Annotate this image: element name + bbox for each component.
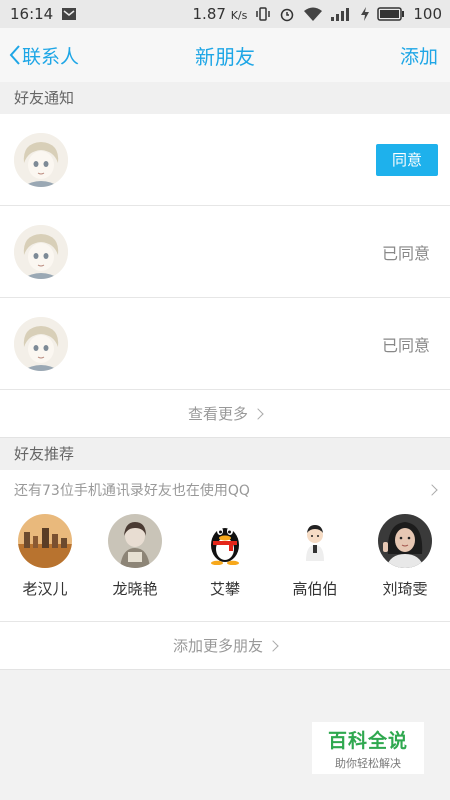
speed-unit: K/s <box>230 9 248 22</box>
person-name: 老汉儿 <box>22 580 68 598</box>
avatar[interactable] <box>14 224 68 279</box>
view-more-label: 查看更多 <box>187 405 248 423</box>
notification-row[interactable]: 同意 <box>0 114 450 206</box>
person-name: 刘琦雯 <box>382 580 428 598</box>
add-more-label: 添加更多朋友 <box>172 637 263 655</box>
network-speed: 1.87 K/s <box>193 5 248 23</box>
message-notification-icon <box>61 7 77 21</box>
status-bar: 16:14 1.87 K/s 100 <box>0 0 450 28</box>
back-label: 联系人 <box>22 45 80 68</box>
battery-icon <box>377 7 405 21</box>
add-button[interactable]: 添加 <box>400 28 438 82</box>
recommendations-header: 好友推荐 <box>0 438 450 470</box>
city-photo-avatar <box>18 514 72 568</box>
recommended-people: 老汉儿 龙晓艳 艾攀 高伯伯 刘琦雯 <box>0 510 450 622</box>
status-right: 1.87 K/s 100 <box>193 5 442 23</box>
recommendations-panel: 还有73位手机通讯录好友也在使用QQ 老汉儿 龙晓艳 艾攀 高伯伯 刘琦雯 添加… <box>0 470 450 670</box>
chevron-right-icon <box>252 407 264 420</box>
qq-penguin-icon <box>198 514 252 568</box>
status-left: 16:14 <box>10 5 77 23</box>
person-name: 高伯伯 <box>292 580 338 598</box>
status-time: 16:14 <box>10 5 54 23</box>
signal-icon <box>331 7 353 21</box>
watermark-logo: 百科全说 助你轻松解决 <box>312 722 424 774</box>
notification-list: 同意 已同意 已同意 <box>0 114 450 390</box>
accept-button[interactable]: 同意 <box>376 143 438 176</box>
wifi-icon <box>303 6 323 22</box>
girl-photo-avatar <box>108 514 162 568</box>
notification-row[interactable]: 已同意 <box>0 298 450 390</box>
accepted-status: 已同意 <box>381 335 430 355</box>
avatar[interactable] <box>14 316 68 371</box>
charging-icon <box>361 7 370 21</box>
back-button[interactable]: 联系人 <box>8 28 79 82</box>
recommended-person[interactable]: 刘琦雯 <box>365 514 445 599</box>
view-more-button[interactable]: 查看更多 <box>0 390 450 438</box>
notification-row[interactable]: 已同意 <box>0 206 450 298</box>
add-more-friends-button[interactable]: 添加更多朋友 <box>0 622 450 670</box>
recommended-person[interactable]: 龙晓艳 <box>95 514 175 599</box>
recommended-person[interactable]: 高伯伯 <box>275 514 355 599</box>
chevron-right-icon <box>426 484 438 496</box>
contacts-hint: 还有73位手机通讯录好友也在使用QQ <box>14 483 250 499</box>
contacts-hint-row[interactable]: 还有73位手机通讯录好友也在使用QQ <box>0 470 450 510</box>
watermark-main: 百科全说 <box>327 729 408 752</box>
nav-bar: 联系人 新朋友 添加 <box>0 28 450 82</box>
person-name: 龙晓艳 <box>112 580 158 598</box>
person-name: 艾攀 <box>209 580 240 598</box>
cartoon-boy-avatar <box>288 514 342 568</box>
vibrate-icon <box>255 6 271 22</box>
woman-photo-avatar <box>378 514 432 568</box>
recommended-person[interactable]: 艾攀 <box>185 514 265 599</box>
chevron-right-icon <box>267 639 279 652</box>
chevron-left-icon <box>9 45 20 65</box>
battery-level: 100 <box>413 5 442 23</box>
alarm-icon <box>279 6 295 22</box>
recommended-person[interactable]: 老汉儿 <box>5 514 85 599</box>
speed-value: 1.87 <box>192 5 226 23</box>
watermark-sub: 助你轻松解决 <box>335 756 401 770</box>
accepted-status: 已同意 <box>381 243 430 263</box>
avatar[interactable] <box>14 132 68 187</box>
notifications-header: 好友通知 <box>0 82 450 114</box>
